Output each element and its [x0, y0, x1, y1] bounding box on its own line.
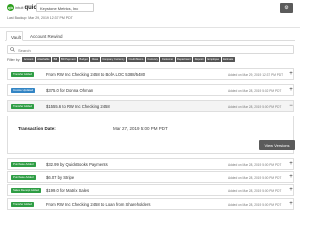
- change-row[interactable]: Purchase Added $32.99 by QuickBooks Paym…: [7, 158, 294, 170]
- row-title: $199.0 for Matrix Sales: [46, 188, 90, 193]
- change-row[interactable]: Transfer Added From RW Inc Checking 2458…: [7, 198, 294, 210]
- filter-chip[interactable]: Class: [90, 57, 100, 62]
- filter-row: Filter by: Account Attachable Bill Bill …: [7, 57, 297, 62]
- filter-chip[interactable]: Account: [22, 57, 35, 62]
- filter-chip[interactable]: Bill: [52, 57, 59, 62]
- gear-icon: ⚙: [284, 5, 289, 11]
- filter-chip[interactable]: Company Currency: [100, 57, 127, 62]
- filter-chip[interactable]: Bill Payment: [59, 57, 77, 62]
- transaction-detail-panel: Transaction Date: Mar 27, 2019 5:00 PM P…: [7, 116, 295, 154]
- expand-icon[interactable]: +: [288, 161, 294, 168]
- settings-button[interactable]: ⚙: [280, 3, 293, 13]
- row-date: Added on Mar 28, 2019 5:00 PM PDT: [228, 175, 282, 180]
- status-badge: Invoice Updated: [11, 88, 36, 93]
- filter-chip[interactable]: Currency: [145, 57, 160, 62]
- expand-icon[interactable]: +: [288, 201, 294, 208]
- change-row[interactable]: Purchase Added $6.07 by Stripe Added on …: [7, 171, 294, 183]
- row-date: Added on Mar 28, 2019 5:02 PM PDT: [228, 88, 282, 93]
- view-versions-button[interactable]: View Versions: [259, 140, 295, 150]
- expand-icon[interactable]: +: [288, 87, 294, 94]
- status-badge: Transfer Added: [11, 72, 35, 77]
- tab-bar: Vault Account Rewind: [5, 31, 295, 41]
- search-input[interactable]: [18, 47, 288, 53]
- expand-icon[interactable]: +: [288, 187, 294, 194]
- filter-chip[interactable]: Customer: [160, 57, 175, 62]
- filter-chip[interactable]: Budget: [77, 57, 90, 62]
- tab-account-rewind[interactable]: Account Rewind: [26, 31, 68, 41]
- filter-chip[interactable]: Attachable: [35, 57, 52, 62]
- status-badge: Purchase Added: [11, 175, 36, 180]
- quickbooks-logo-icon: qb: [7, 4, 14, 11]
- change-row-expanded[interactable]: Transfer Added $1555.6 to RW Inc Checkin…: [7, 100, 294, 112]
- transaction-date-label: Transaction Date:: [18, 126, 56, 131]
- expand-icon[interactable]: +: [288, 174, 294, 181]
- company-select[interactable]: Keystone Metrics, Inc: [36, 3, 94, 12]
- filter-chip[interactable]: Estimate: [221, 57, 235, 62]
- row-date: Added on Mar 28, 2019 5:00 PM PDT: [228, 162, 282, 167]
- status-badge: Transfer Added: [11, 202, 35, 207]
- app-header: qb intuit quickbooks Keystone Metrics, I…: [0, 0, 300, 28]
- filter-chip[interactable]: Credit Memo: [127, 57, 145, 62]
- row-title: $1555.6 to RW Inc Checking 2458: [46, 104, 110, 109]
- filter-label: Filter by:: [7, 57, 21, 62]
- filter-chip[interactable]: Deposit: [193, 57, 206, 62]
- row-title: $375.0 for Donna Ohman: [46, 88, 94, 93]
- change-row[interactable]: Invoice Updated $375.0 for Donna Ohman A…: [7, 84, 294, 96]
- search-icon: [10, 47, 15, 52]
- filter-chip[interactable]: Employee: [206, 57, 221, 62]
- row-title: $32.99 by QuickBooks Payments: [46, 162, 108, 167]
- search-box[interactable]: [7, 45, 294, 54]
- filter-chip[interactable]: Department: [175, 57, 193, 62]
- logo-brand: intuit: [15, 4, 24, 10]
- row-title: $6.07 by Stripe: [46, 175, 75, 180]
- change-row[interactable]: Transfer Added From RW Inc Checking 2458…: [7, 68, 294, 80]
- status-badge: Purchase Added: [11, 162, 36, 167]
- row-date: Added on Mar 28, 2019 5:00 PM PDT: [228, 202, 282, 207]
- status-badge: Sales Receipt Added: [11, 188, 41, 193]
- expand-icon[interactable]: +: [288, 71, 294, 78]
- row-title: From RW Inc Checking 2458 to Loan from S…: [46, 202, 151, 207]
- transaction-date-value: Mar 27, 2019 5:00 PM PDT: [113, 126, 168, 131]
- tab-vault[interactable]: Vault: [6, 31, 23, 41]
- row-title: From RW Inc Checking 2458 to BofA LOC 53…: [46, 72, 146, 77]
- row-date: Added on Mar 28, 2019 5:00 PM PDT: [228, 188, 282, 193]
- change-row[interactable]: Sales Receipt Added $199.0 for Matrix Sa…: [7, 184, 294, 196]
- row-date: Added on Mar 29, 2019 12:37 PM PDT: [228, 72, 284, 77]
- collapse-icon[interactable]: −: [288, 103, 294, 110]
- last-backup-text: Last Backup: Mar 29, 2019 12:37 PM PDT: [7, 16, 73, 20]
- filter-chips: Account Attachable Bill Bill Payment Bud…: [22, 57, 235, 62]
- row-date: Added on Mar 28, 2019 5:00 PM PDT: [228, 104, 282, 109]
- status-badge: Transfer Added: [11, 104, 35, 109]
